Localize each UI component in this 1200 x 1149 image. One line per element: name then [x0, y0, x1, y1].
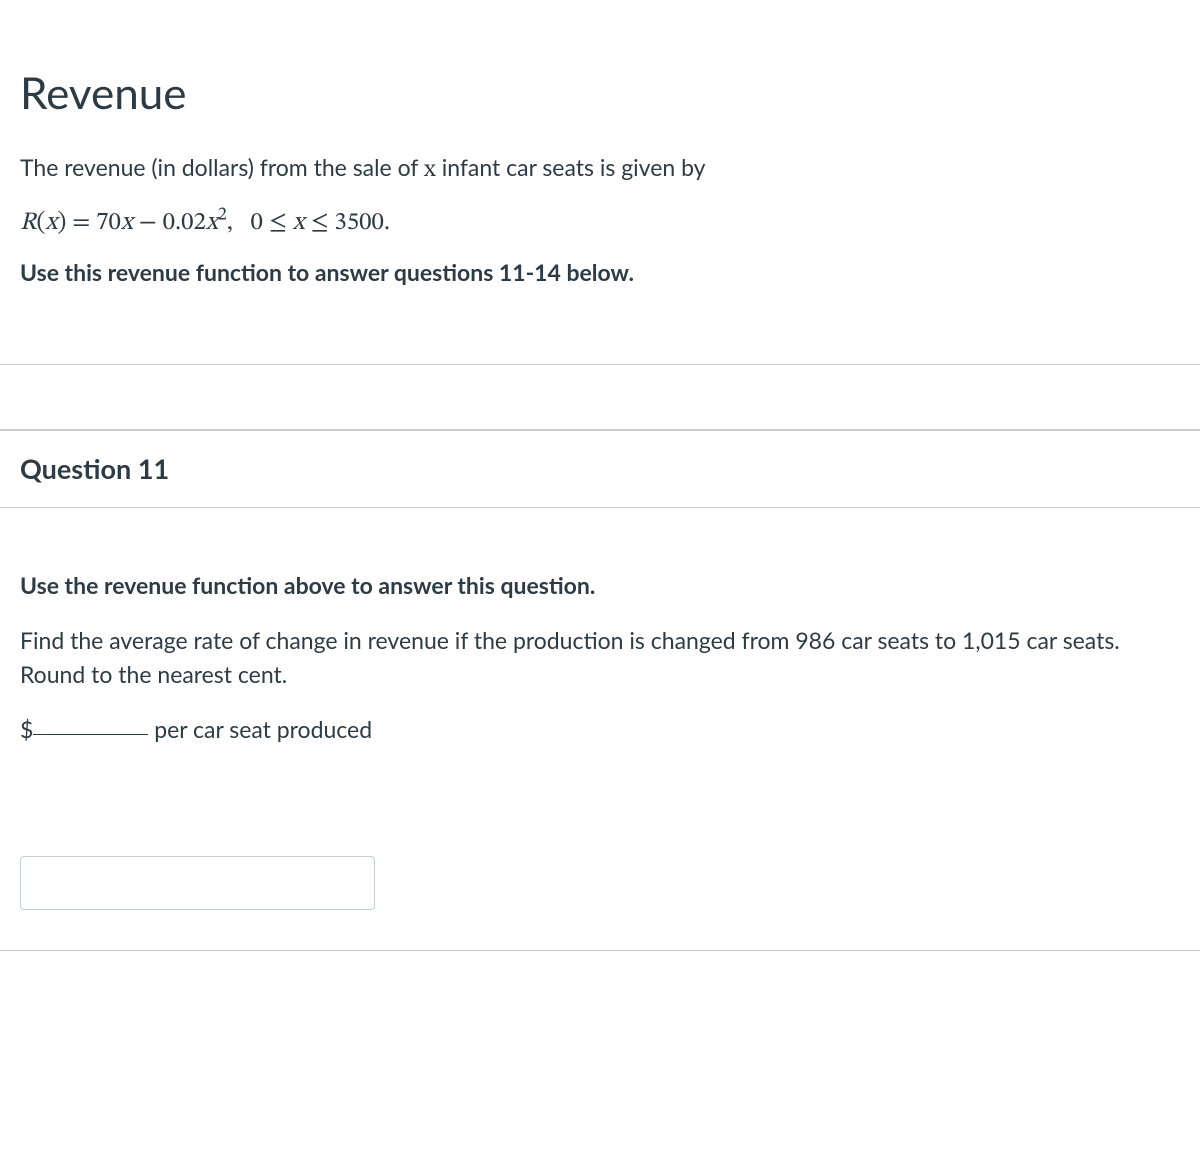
answer-input[interactable] [20, 856, 375, 910]
question-header: Question 11 [0, 430, 1200, 509]
revenue-formula: R(x) = 70x − 0.02x2, 0 ≤ x ≤ 3500. R(x) … [20, 203, 1180, 242]
intro-text-pre: The revenue (in dollars) from the sale o… [20, 153, 424, 181]
answer-suffix: per car seat produced [148, 715, 372, 743]
intro-line-1: The revenue (in dollars) from the sale o… [20, 150, 1180, 189]
intro-text-post: infant car seats is given by [436, 153, 706, 181]
formula-math: R(x) = 70x − 0.02x2, 0 ≤ x ≤ 3500. [20, 210, 390, 235]
question-prompt: Find the average rate of change in reven… [20, 623, 1180, 692]
section-divider [0, 364, 1200, 430]
answer-prefix: $ [20, 715, 33, 743]
intro-instructions: Use this revenue function to answer ques… [20, 255, 1180, 290]
question-instruction: Use the revenue function above to answer… [20, 568, 1180, 603]
answer-blank [33, 734, 148, 735]
answer-line: $ per car seat produced [20, 712, 1180, 747]
intro-var-x: x [424, 157, 436, 182]
page-title: Revenue [20, 60, 1180, 126]
